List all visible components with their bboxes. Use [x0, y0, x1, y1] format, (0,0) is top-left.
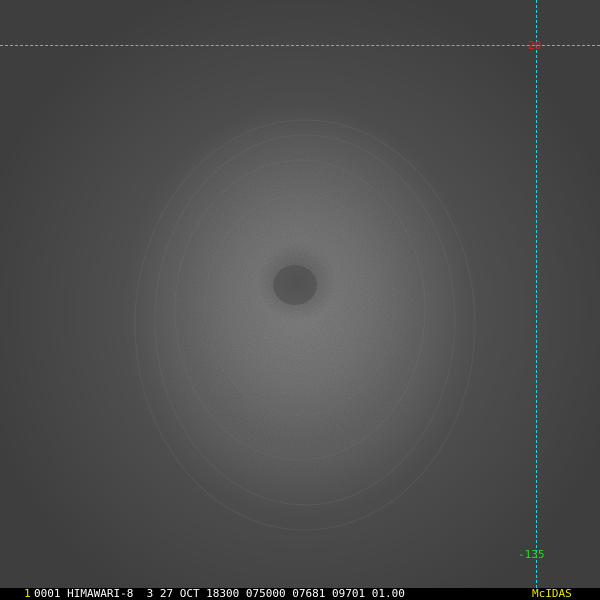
satellite-viewer: 20 -135 1 0001 HIMAWARI-8 3 27 OCT 18300…	[0, 0, 600, 600]
longitude-grid-line	[536, 0, 537, 588]
frame-number: 1	[24, 587, 31, 600]
latitude-label: 20	[528, 39, 542, 52]
storm-cloud-texture	[0, 0, 600, 600]
status-bar: 1 0001 HIMAWARI-8 3 27 OCT 18300 075000 …	[0, 588, 600, 600]
latitude-grid-line	[0, 45, 600, 46]
longitude-label: -135	[518, 548, 545, 561]
image-metadata-text: 0001 HIMAWARI-8 3 27 OCT 18300 075000 07…	[34, 587, 405, 600]
mcidas-logo: McIDAS	[532, 587, 572, 600]
